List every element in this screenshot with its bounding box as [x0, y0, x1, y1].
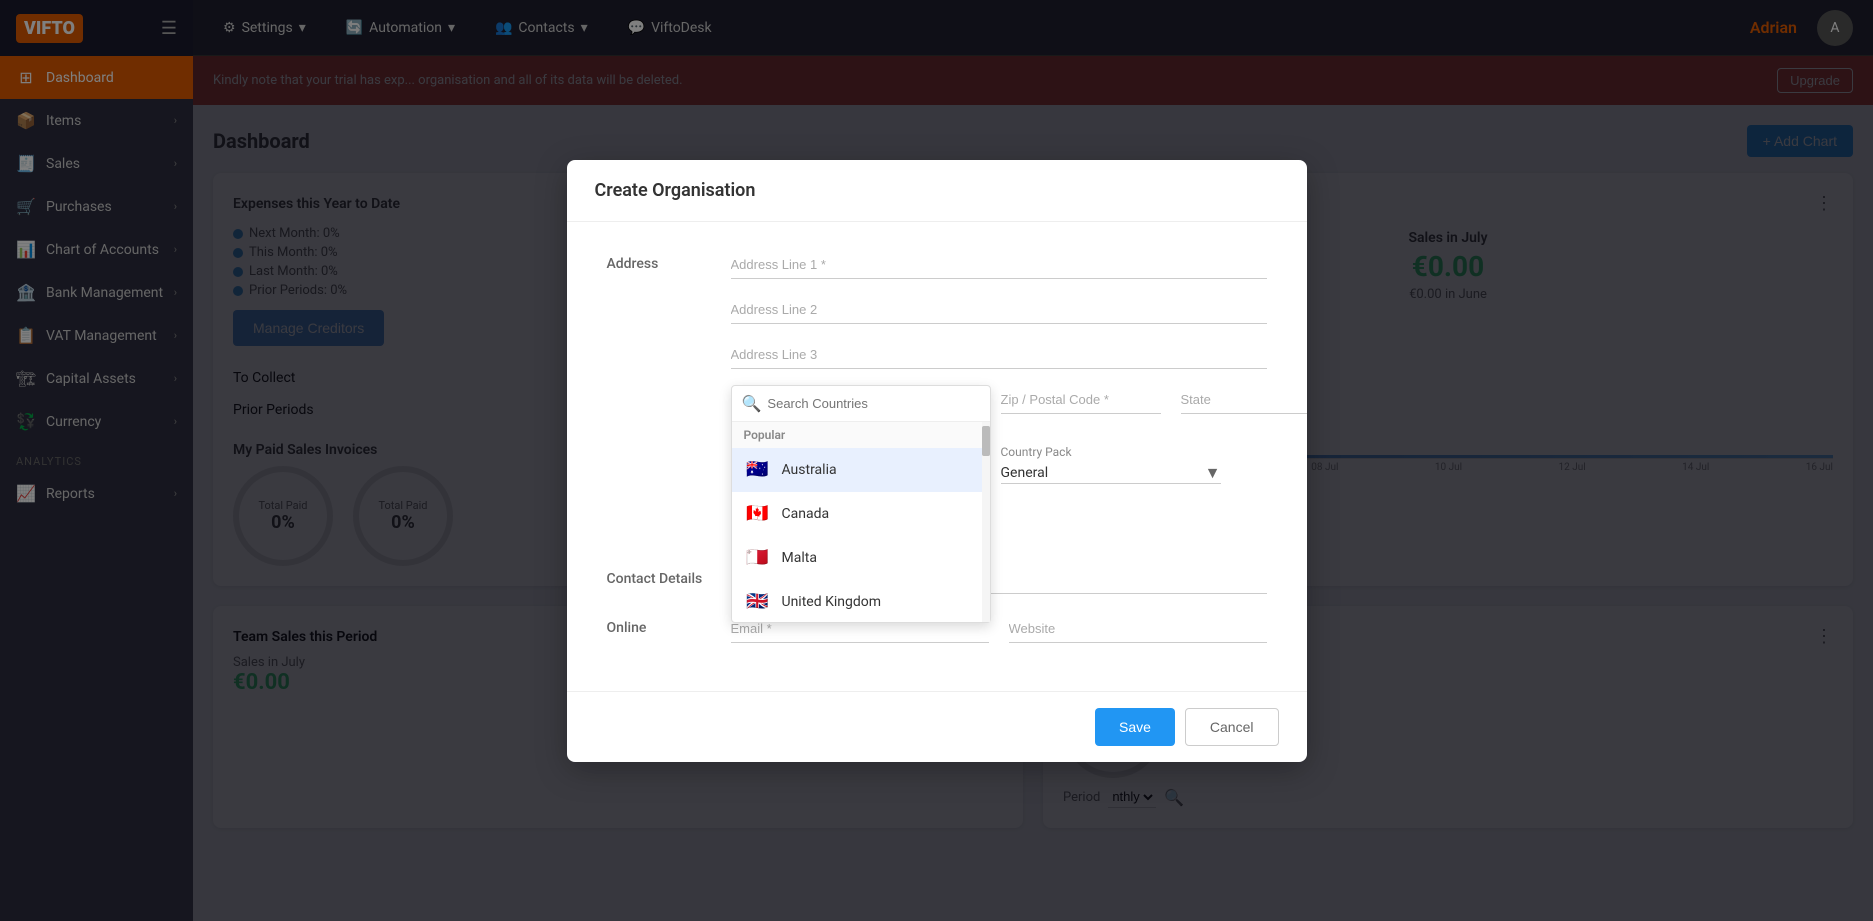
zip-input[interactable] — [1001, 385, 1161, 414]
uk-flag: 🇬🇧 — [744, 588, 772, 616]
country-item-malta[interactable]: 🇲🇹 Malta — [732, 536, 990, 580]
canada-label: Canada — [782, 506, 830, 522]
country-item-canada[interactable]: 🇨🇦 Canada — [732, 492, 990, 536]
contact-label: Contact Details — [607, 565, 707, 594]
australia-flag: 🇦🇺 — [744, 456, 772, 484]
country-search-input[interactable] — [767, 396, 979, 411]
popular-label: Popular — [732, 422, 990, 448]
website-input[interactable] — [1009, 614, 1267, 643]
country-search-box: 🔍 — [732, 386, 990, 422]
cancel-button[interactable]: Cancel — [1185, 708, 1279, 746]
canada-flag: 🇨🇦 — [744, 500, 772, 528]
malta-flag: 🇲🇹 — [744, 544, 772, 572]
address-line3-input[interactable] — [731, 340, 1267, 369]
state-input[interactable] — [1181, 385, 1307, 414]
address-section: Address 🔍 — [607, 250, 1267, 385]
modal-footer: Save Cancel — [567, 691, 1307, 762]
online-label: Online — [607, 614, 707, 643]
create-organisation-modal: Create Organisation Address 🔍 — [567, 160, 1307, 762]
modal-title: Create Organisation — [567, 160, 1307, 222]
country-pack-label: Country Pack — [1001, 445, 1221, 459]
country-pack-chevron[interactable]: ▼ — [1205, 463, 1221, 483]
australia-label: Australia — [782, 462, 837, 478]
address-line1-input[interactable] — [731, 250, 1267, 279]
modal-body: Address 🔍 — [567, 222, 1307, 691]
search-icon: 🔍 — [742, 394, 762, 413]
country-item-australia[interactable]: 🇦🇺 Australia — [732, 448, 990, 492]
address-label: Address — [607, 250, 707, 385]
uk-label: United Kingdom — [782, 594, 882, 610]
save-button[interactable]: Save — [1095, 708, 1175, 746]
malta-label: Malta — [782, 550, 817, 566]
country-dropdown: 🔍 Popular 🇦🇺 Australia — [731, 385, 991, 623]
modal-overlay: Create Organisation Address 🔍 — [0, 0, 1873, 921]
country-pack-value: General — [1001, 465, 1205, 481]
address-line2-input[interactable] — [731, 295, 1267, 324]
country-item-uk[interactable]: 🇬🇧 United Kingdom — [732, 580, 990, 622]
country-list: Popular 🇦🇺 Australia 🇨🇦 Canada — [732, 422, 990, 622]
